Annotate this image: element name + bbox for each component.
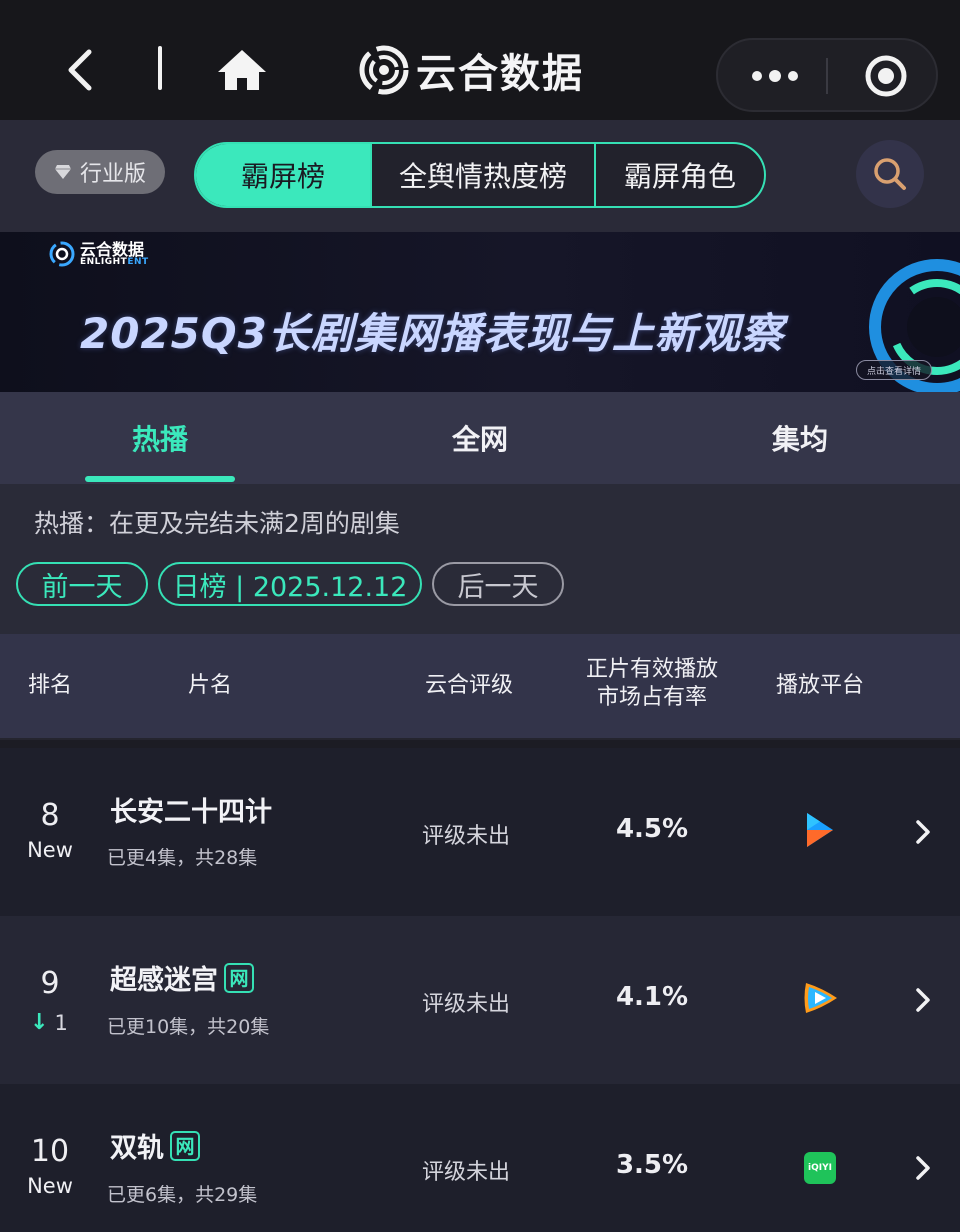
drama-title-text: 超感迷宫: [110, 965, 218, 996]
diamond-icon: [54, 165, 71, 179]
enlightent-logo-icon: [359, 45, 409, 95]
segment-dominant-screen[interactable]: 霸屏榜: [196, 144, 370, 206]
rank-number: 9: [40, 966, 60, 1001]
table-row[interactable]: 8 New 长安二十四计 已更4集，共28集 评级未出 4.5%: [0, 748, 960, 916]
tab-all-network[interactable]: 全网: [380, 392, 580, 484]
home-icon: [218, 50, 266, 90]
banner-detail-button[interactable]: 点击查看详情: [856, 360, 932, 380]
rating-status: 评级未出: [422, 1160, 511, 1185]
drama-title: 超感迷宫 网: [110, 958, 254, 997]
youku-icon: [807, 813, 833, 847]
column-market-share-line1: 正片有效播放: [585, 657, 718, 682]
table-row[interactable]: 10 New 双轨 网 已更6集，共29集 评级未出 3.5% iQIYI: [0, 1084, 960, 1232]
enlightent-small-logo-icon: [49, 241, 75, 267]
segment-sentiment-heat[interactable]: 全舆情热度榜: [370, 144, 594, 206]
arrow-down-icon: ↓: [30, 1010, 49, 1035]
tab-hot-airing[interactable]: 热播: [60, 392, 260, 484]
ranking-info: 热播：在更及完结未满2周的剧集 前一天 日榜 | 2025.12.12 后一天: [0, 484, 960, 634]
banner-logo: 云合数据 ENLIGHTENT: [48, 240, 149, 268]
home-button[interactable]: [212, 40, 272, 100]
ranking-tabs: 热播 全网 集均: [0, 392, 960, 484]
drama-title: 双轨 网: [110, 1126, 200, 1165]
current-date-selector[interactable]: 日榜 | 2025.12.12: [158, 562, 422, 606]
prev-day-button[interactable]: 前一天: [16, 562, 148, 606]
more-button[interactable]: [740, 52, 810, 100]
next-day-button[interactable]: 后一天: [432, 562, 564, 606]
more-dots-icon: [752, 70, 798, 82]
rating-status: 评级未出: [422, 824, 511, 849]
close-miniprogram-button[interactable]: [856, 52, 916, 100]
mini-program-capsule: [716, 38, 938, 112]
app-title: 云合数据: [416, 51, 584, 97]
column-title: 片名: [187, 673, 232, 698]
back-button[interactable]: [55, 40, 105, 100]
industry-edition-badge[interactable]: 行业版: [35, 150, 165, 194]
rating-status: 评级未出: [422, 992, 511, 1017]
platform-logo: [800, 810, 840, 850]
market-share-value: 3.5%: [615, 1150, 689, 1180]
iqiyi-icon: iQIYI: [804, 1152, 836, 1184]
episode-progress: 已更6集，共29集: [107, 1184, 258, 1206]
drama-title: 长安二十四计: [110, 790, 272, 829]
tab-per-episode[interactable]: 集均: [700, 392, 900, 484]
chevron-right-icon: [916, 988, 930, 1012]
capsule-divider: [826, 58, 828, 94]
banner-logo-cn: 云合数据: [80, 239, 145, 259]
iqiyi-icon-text: iQIYI: [808, 1163, 832, 1173]
drama-title-text: 长安二十四计: [110, 797, 272, 828]
rank-change-value: 1: [54, 1010, 68, 1035]
web-drama-badge: 网: [170, 1130, 200, 1161]
segment-dominant-roles[interactable]: 霸屏角色: [594, 144, 764, 206]
market-share-value: 4.5%: [615, 814, 689, 844]
banner-logo-en: ENLIGHTENT: [80, 256, 149, 267]
search-icon: [874, 158, 906, 190]
column-rating: 云合评级: [424, 673, 513, 698]
search-button[interactable]: [856, 140, 924, 208]
target-circle-icon: [865, 55, 907, 97]
table-header: 排名 片名 云合评级 正片有效播放 市场占有率 播放平台: [0, 634, 960, 740]
filter-row: 行业版 霸屏榜 全舆情热度榜 霸屏角色: [0, 120, 960, 232]
industry-edition-label: 行业版: [79, 162, 146, 187]
episode-progress: 已更4集，共28集: [107, 847, 258, 869]
market-share-value: 4.1%: [615, 982, 689, 1012]
app-brand: 云合数据: [358, 40, 584, 100]
ranking-description: 热播：在更及完结未满2周的剧集: [34, 509, 400, 538]
chevron-right-icon: [916, 1156, 930, 1180]
column-platform: 播放平台: [775, 673, 864, 698]
column-market-share-line2: 市场占有率: [596, 685, 707, 710]
web-drama-badge: 网: [224, 962, 254, 993]
table-row[interactable]: 9 ↓ 1 超感迷宫 网 已更10集，共20集 评级未出 4.1%: [0, 916, 960, 1084]
drama-title-text: 双轨: [110, 1133, 164, 1164]
ranking-type-segment: 霸屏榜 全舆情热度榜 霸屏角色: [194, 142, 766, 208]
rank-number: 10: [30, 1134, 70, 1169]
platform-logo: [800, 978, 840, 1018]
banner-title: 2025Q3长剧集网播表现与上新观察: [80, 309, 784, 358]
active-tab-indicator: [85, 476, 235, 482]
chevron-right-icon: [916, 820, 930, 844]
report-banner[interactable]: 云合数据 ENLIGHTENT 2025Q3长剧集网播表现与上新观察 点击查看详…: [0, 232, 960, 392]
column-market-share: 正片有效播放 市场占有率: [570, 656, 734, 712]
tencent-video-icon: [804, 983, 837, 1013]
chevron-left-icon: [68, 49, 92, 91]
rank-new-tag: New: [27, 838, 73, 862]
column-rank: 排名: [27, 673, 72, 698]
episode-progress: 已更10集，共20集: [107, 1016, 270, 1038]
rank-new-tag: New: [27, 1174, 73, 1198]
top-bar: 云合数据: [0, 0, 960, 120]
top-bar-divider: [158, 46, 162, 90]
rank-change: ↓ 1: [30, 1010, 68, 1035]
rank-number: 8: [40, 798, 60, 833]
platform-logo: iQIYI: [800, 1148, 840, 1188]
